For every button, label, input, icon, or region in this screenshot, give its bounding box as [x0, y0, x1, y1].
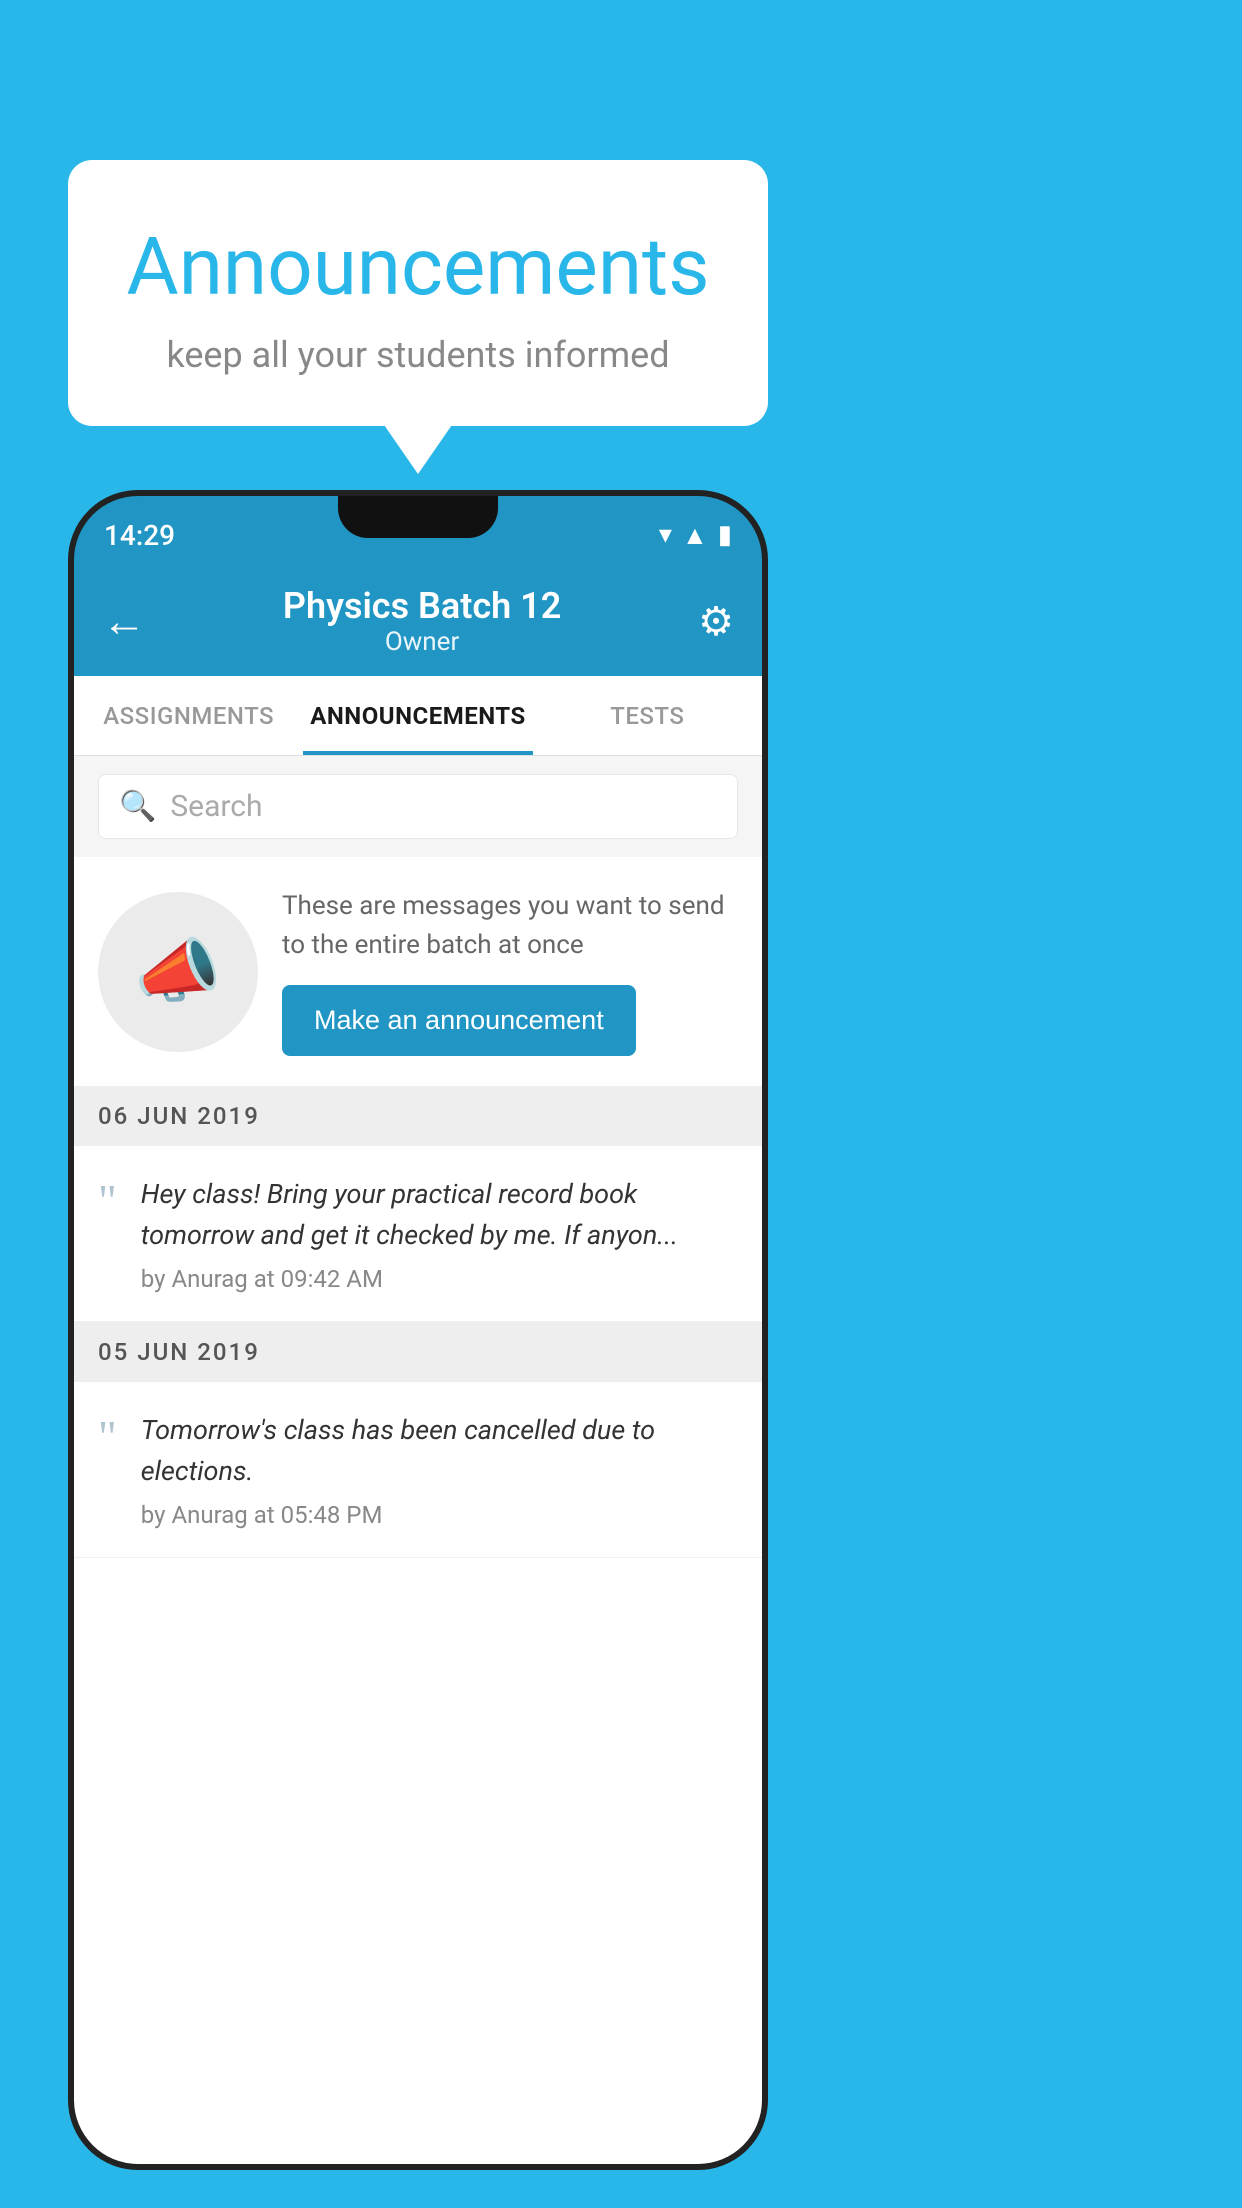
message-meta-2: by Anurag at 05:48 PM — [141, 1501, 738, 1529]
bubble-title: Announcements — [118, 220, 718, 314]
message-text-1: Hey class! Bring your practical record b… — [141, 1174, 738, 1255]
tabs-bar: ASSIGNMENTS ANNOUNCEMENTS TESTS — [74, 676, 762, 756]
phone-notch — [338, 496, 498, 538]
intro-right: These are messages you want to send to t… — [282, 887, 738, 1056]
tab-tests[interactable]: TESTS — [533, 676, 762, 755]
status-icons: ▾ ▲ ▮ — [659, 520, 732, 551]
app-bar-subtitle: Owner — [283, 627, 561, 657]
signal-icon: ▲ — [682, 520, 708, 551]
wifi-icon: ▾ — [659, 520, 672, 550]
status-time: 14:29 — [104, 519, 175, 552]
app-bar-title: Physics Batch 12 — [283, 585, 561, 627]
speech-bubble: Announcements keep all your students inf… — [68, 160, 768, 426]
search-input-wrapper[interactable]: 🔍 Search — [98, 774, 738, 839]
quote-icon-2: " — [98, 1414, 117, 1460]
make-announcement-button[interactable]: Make an announcement — [282, 985, 636, 1056]
settings-button[interactable]: ⚙ — [698, 598, 734, 645]
back-button[interactable]: ← — [102, 595, 146, 647]
tab-assignments[interactable]: ASSIGNMENTS — [74, 676, 303, 755]
message-content-1: Hey class! Bring your practical record b… — [141, 1174, 738, 1293]
search-input[interactable]: Search — [170, 789, 262, 824]
message-item-2[interactable]: " Tomorrow's class has been cancelled du… — [74, 1382, 762, 1558]
tab-announcements[interactable]: ANNOUNCEMENTS — [303, 676, 532, 755]
quote-icon-1: " — [98, 1178, 117, 1224]
phone-content: 🔍 Search 📣 These are messages you want t… — [74, 756, 762, 2164]
message-item-1[interactable]: " Hey class! Bring your practical record… — [74, 1146, 762, 1322]
battery-icon: ▮ — [718, 520, 732, 550]
megaphone-icon: 📣 — [134, 931, 221, 1013]
app-bar-title-group: Physics Batch 12 Owner — [283, 585, 561, 657]
message-content-2: Tomorrow's class has been cancelled due … — [141, 1410, 738, 1529]
phone-frame: 14:29 ▾ ▲ ▮ ← Physics Batch 12 Owner ⚙ A… — [68, 490, 768, 2170]
megaphone-circle: 📣 — [98, 892, 258, 1052]
message-meta-1: by Anurag at 09:42 AM — [141, 1265, 738, 1293]
search-bar-container: 🔍 Search — [74, 756, 762, 857]
app-bar: ← Physics Batch 12 Owner ⚙ — [74, 566, 762, 676]
search-icon: 🔍 — [119, 789, 156, 824]
bubble-subtitle: keep all your students informed — [118, 334, 718, 376]
date-separator-2: 05 JUN 2019 — [74, 1322, 762, 1382]
message-text-2: Tomorrow's class has been cancelled due … — [141, 1410, 738, 1491]
date-separator-1: 06 JUN 2019 — [74, 1086, 762, 1146]
announcement-intro: 📣 These are messages you want to send to… — [74, 857, 762, 1086]
intro-description: These are messages you want to send to t… — [282, 887, 738, 965]
